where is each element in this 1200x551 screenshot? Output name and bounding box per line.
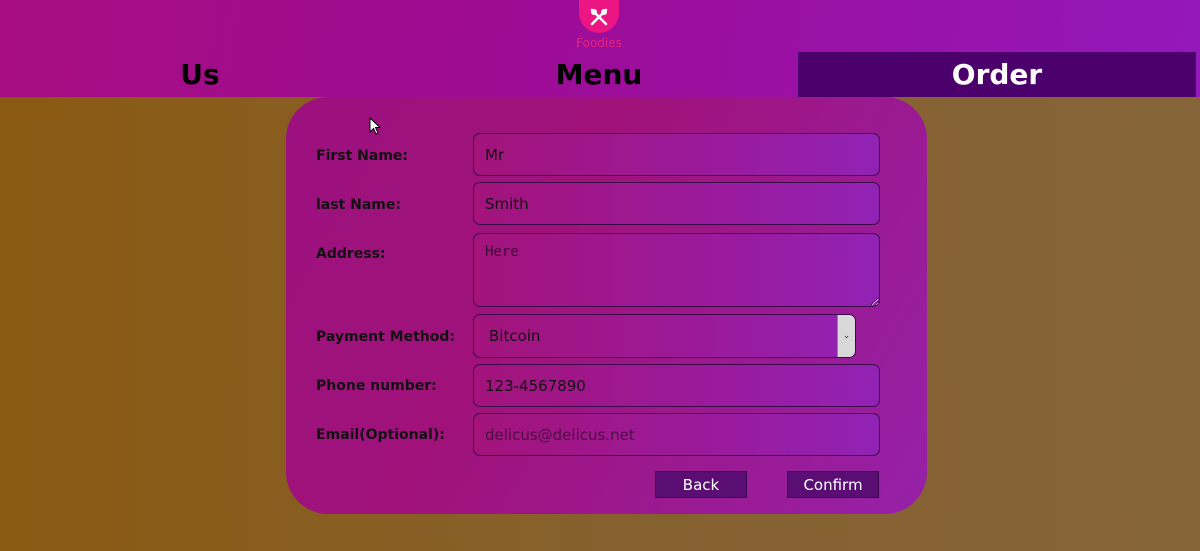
last-name-label: last Name: — [316, 197, 401, 213]
phone-input[interactable] — [473, 364, 880, 407]
first-name-input[interactable] — [473, 133, 880, 176]
back-button[interactable]: Back — [655, 471, 747, 498]
email-input[interactable] — [473, 413, 880, 456]
email-label: Email(Optional): — [316, 427, 445, 443]
nav-menu[interactable]: Menu — [400, 52, 798, 97]
address-label: Address: — [316, 246, 386, 262]
confirm-button[interactable]: Confirm — [787, 471, 879, 498]
payment-method-value: Bitcoin — [489, 327, 541, 345]
chevron-down-icon[interactable]: ⌄ — [837, 315, 855, 357]
first-name-label: First Name: — [316, 148, 409, 164]
payment-method-label: Payment Method: — [316, 329, 455, 345]
last-name-input[interactable] — [473, 182, 880, 225]
address-textarea[interactable] — [473, 233, 880, 307]
payment-method-select[interactable]: Bitcoin ⌄ — [473, 314, 856, 358]
page: Foodies Us Menu Order First Name: last N… — [0, 0, 1200, 551]
fork-knife-icon — [590, 8, 608, 25]
mouse-pointer-icon — [369, 117, 381, 135]
nav-us[interactable]: Us — [0, 52, 400, 97]
header: Foodies Us Menu Order — [0, 0, 1200, 97]
phone-label: Phone number: — [316, 378, 437, 394]
logo[interactable] — [579, 0, 619, 33]
logo-text: Foodies — [576, 36, 622, 50]
nav-order[interactable]: Order — [798, 52, 1196, 97]
